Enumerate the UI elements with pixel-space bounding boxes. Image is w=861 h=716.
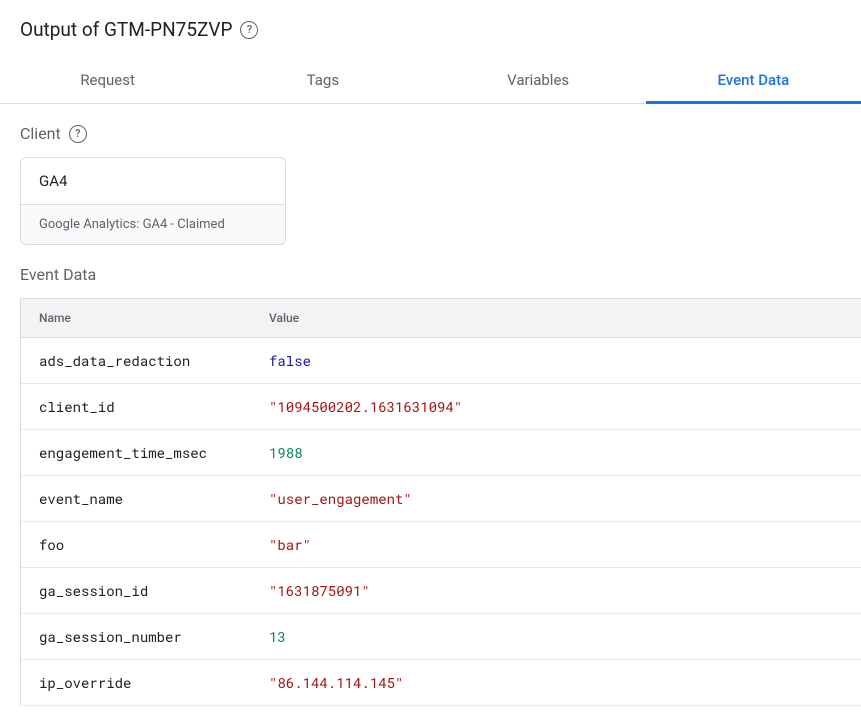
client-name: GA4: [21, 158, 285, 204]
tabs-bar: RequestTagsVariablesEvent Data: [0, 57, 861, 104]
client-section: Client ? GA4 Google Analytics: GA4 - Cla…: [0, 104, 861, 265]
table-row[interactable]: ip_override"86.144.114.145": [21, 660, 861, 706]
cell-name: engagement_time_msec: [21, 430, 251, 475]
client-section-label: Client: [20, 124, 61, 143]
page-title: Output of GTM-PN75ZVP: [20, 18, 232, 41]
table-row[interactable]: event_name"user_engagement": [21, 476, 861, 522]
cell-name: ip_override: [21, 660, 251, 705]
cell-name: event_name: [21, 476, 251, 521]
cell-value: 1988: [251, 430, 861, 475]
cell-value: "user_engagement": [251, 476, 861, 521]
table-header: Name Value: [21, 299, 861, 338]
client-detail: Google Analytics: GA4 - Claimed: [21, 204, 285, 244]
cell-value: "86.144.114.145": [251, 660, 861, 705]
table-row[interactable]: ads_data_redactionfalse: [21, 338, 861, 384]
cell-name: foo: [21, 522, 251, 567]
column-header-name: Name: [21, 299, 251, 337]
cell-name: ga_session_id: [21, 568, 251, 613]
table-row[interactable]: client_id"1094500202.1631631094": [21, 384, 861, 430]
cell-value: 13: [251, 614, 861, 659]
table-row[interactable]: foo"bar": [21, 522, 861, 568]
cell-name: ads_data_redaction: [21, 338, 251, 383]
client-card[interactable]: GA4 Google Analytics: GA4 - Claimed: [20, 157, 286, 245]
tab-tags[interactable]: Tags: [215, 57, 430, 103]
table-row[interactable]: ga_session_number13: [21, 614, 861, 660]
table-row[interactable]: engagement_time_msec1988: [21, 430, 861, 476]
event-data-section-label: Event Data: [20, 265, 861, 284]
help-icon[interactable]: ?: [69, 125, 87, 143]
cell-value: "1631875091": [251, 568, 861, 613]
column-header-value: Value: [251, 299, 861, 337]
tab-variables[interactable]: Variables: [431, 57, 646, 103]
cell-value: "1094500202.1631631094": [251, 384, 861, 429]
cell-value: "bar": [251, 522, 861, 567]
table-row[interactable]: ga_session_id"1631875091": [21, 568, 861, 614]
cell-name: client_id: [21, 384, 251, 429]
page-header: Output of GTM-PN75ZVP ?: [0, 0, 861, 57]
tab-request[interactable]: Request: [0, 57, 215, 103]
tab-event-data[interactable]: Event Data: [646, 57, 861, 103]
cell-name: ga_session_number: [21, 614, 251, 659]
cell-value: false: [251, 338, 861, 383]
event-data-table: Name Value ads_data_redactionfalseclient…: [20, 298, 861, 706]
event-data-section: Event Data Name Value ads_data_redaction…: [0, 265, 861, 706]
help-icon[interactable]: ?: [240, 21, 258, 39]
